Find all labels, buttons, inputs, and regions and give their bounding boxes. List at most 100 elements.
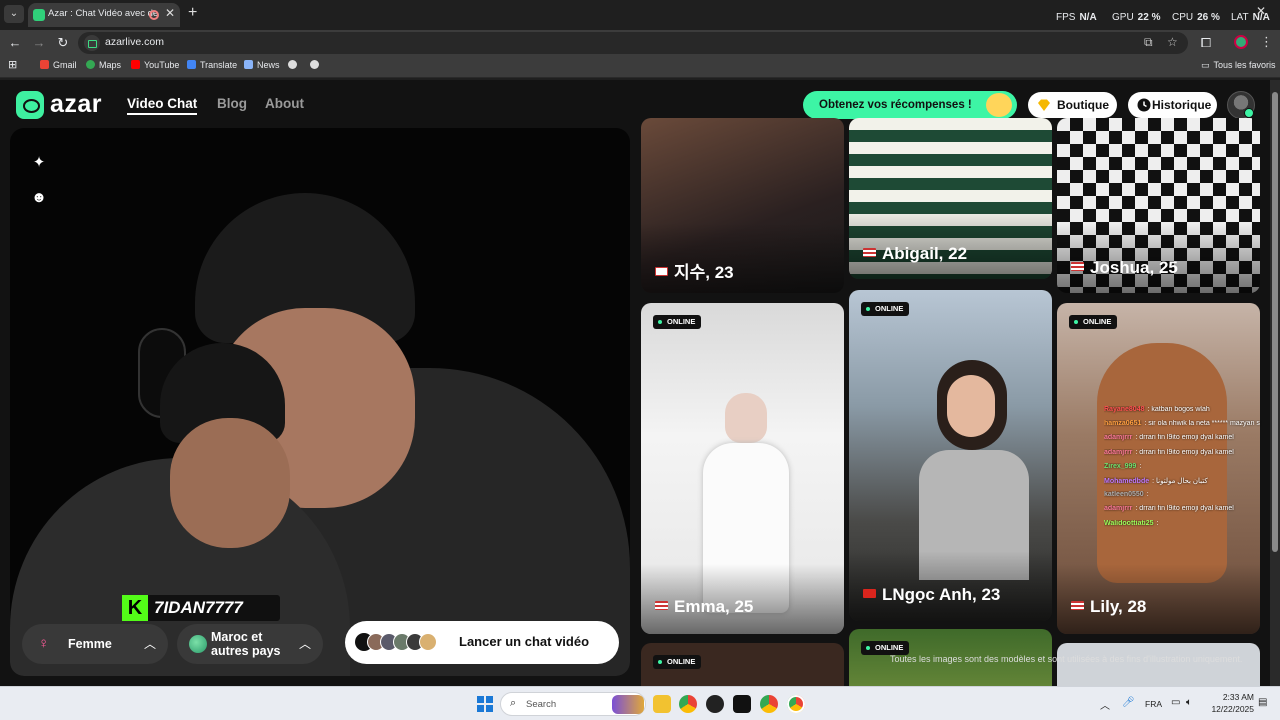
rewards-button[interactable]: Obtenez vos récompenses ! [803, 91, 1017, 119]
globe-bookmark-icon-2[interactable] [310, 60, 323, 70]
search-icon: ⌕ [510, 697, 517, 709]
azar-favicon [33, 9, 45, 21]
profile-card[interactable] [1057, 643, 1260, 686]
chat-line: adamjrrr: drrari fin l9ito emoji dyal ka… [1104, 434, 1234, 442]
online-badge: ONLINE [1069, 315, 1118, 329]
region-filter-label: Maroc et autres pays [211, 630, 281, 658]
active-tab[interactable]: Azar : Chat Vidéo avec de n ✕ [28, 3, 180, 27]
bookmark-translate[interactable]: Translate [187, 60, 237, 70]
notification-icon[interactable]: ▤ [1258, 697, 1267, 708]
taskbar-search[interactable]: ⌕ Search [500, 692, 646, 716]
forward-icon[interactable]: → [31, 35, 47, 51]
face-filter-icon[interactable]: ☻ [30, 189, 48, 207]
translate-icon [187, 60, 196, 69]
address-row: ← → ↻ azarlive.com ⧉ ☆ ⧠ ⋮ [0, 30, 1280, 56]
nav-video-chat[interactable]: Video Chat [127, 96, 198, 115]
bookmark-news[interactable]: News [244, 60, 280, 70]
profile-card[interactable]: ONLINE [641, 643, 844, 686]
flag-us-icon [863, 248, 876, 257]
profile-name: 지수, 23 [655, 258, 734, 283]
maps-icon [86, 60, 95, 69]
gender-filter-label: Femme [68, 637, 112, 651]
windows-start-icon[interactable] [477, 696, 493, 712]
chat-line: Mohamedbde: كتبان بحال مولتونا [1104, 477, 1208, 485]
chrome-icon-2[interactable] [760, 695, 778, 713]
language-indicator[interactable]: FRA [1145, 699, 1162, 709]
bookmark-maps[interactable]: Maps [86, 60, 121, 70]
profile-name: Lily, 28 [1071, 597, 1146, 617]
url-text[interactable]: azarlive.com [105, 36, 164, 48]
bookmark-star-icon[interactable]: ☆ [1167, 35, 1178, 49]
site-info-icon[interactable] [84, 35, 100, 51]
history-label: Historique [1152, 98, 1212, 112]
folder-icon: ▭ [1201, 60, 1210, 70]
file-explorer-icon[interactable] [653, 695, 671, 713]
nav-about[interactable]: About [265, 96, 304, 111]
nav-blog[interactable]: Blog [217, 96, 247, 111]
profile-icon[interactable] [1234, 35, 1248, 49]
page-scrollbar[interactable] [1270, 80, 1280, 686]
history-button[interactable]: Historique [1128, 92, 1217, 118]
launch-video-chat-button[interactable]: Lancer un chat vidéo [345, 621, 619, 664]
chevron-up-icon: ︿ [144, 637, 157, 651]
volume-icon[interactable]: 🔈︎ [1186, 697, 1192, 708]
bookmark-youtube[interactable]: YouTube [131, 60, 179, 70]
flag-vn-icon [863, 589, 876, 598]
scrollbar-thumb[interactable] [1272, 92, 1278, 552]
chat-line: adamjrrr: drrari fin l9ito emoji dyal ka… [1104, 505, 1234, 513]
profile-card[interactable]: Abigail, 22 [849, 118, 1052, 279]
window-close-icon[interactable]: ✕ [1256, 4, 1266, 18]
flag-kr-icon [655, 267, 668, 276]
bookmark-gmail[interactable]: Gmail [40, 60, 77, 70]
azar-logo-text[interactable]: azar [50, 90, 102, 119]
kick-app-icon[interactable] [733, 695, 751, 713]
profile-card[interactable]: 지수, 23 [641, 118, 844, 293]
azar-logo-icon[interactable] [16, 91, 44, 119]
bookmarks-bar: ⊞ Gmail Maps YouTube Translate News ▭ Tou… [0, 56, 1280, 78]
sparkle-effects-icon[interactable]: ✦ [30, 154, 48, 172]
microphone-icon[interactable]: 🎤︎ [1122, 697, 1135, 708]
menu-icon[interactable]: ⋮ [1260, 34, 1273, 50]
tab-list-button[interactable]: ⌄ [4, 5, 24, 23]
stream-chat-overlay: Rayane8048: katban bogos wlah hamza0651:… [1104, 406, 1270, 534]
extensions-icon[interactable]: ⧠ [1198, 35, 1214, 51]
all-bookmarks[interactable]: ▭ Tous les favoris [1201, 60, 1276, 71]
globe-icon [189, 635, 207, 653]
cpu-readout: CPU 26 % [1172, 12, 1220, 23]
shop-label: Boutique [1057, 98, 1109, 112]
shop-button[interactable]: Boutique [1028, 92, 1117, 118]
news-icon [244, 60, 253, 69]
chevron-up-icon: ︿ [299, 637, 312, 651]
launch-label: Lancer un chat vidéo [459, 634, 590, 649]
profile-card[interactable]: ONLINE LNgọc Anh, 23 [849, 290, 1052, 621]
profile-name: Emma, 25 [655, 597, 753, 617]
taskbar-search-label: Search [526, 699, 557, 710]
avatar-thumb [419, 633, 437, 651]
chat-line: Zirex_999: [1104, 462, 1142, 470]
network-icon[interactable]: ▭ [1171, 697, 1180, 708]
chat-line: hamza0651: sir ola nhwik la neta ****** … [1104, 420, 1260, 428]
globe-bookmark-icon[interactable] [288, 60, 301, 70]
chrome-icon-3[interactable] [787, 695, 805, 713]
figure-head [725, 393, 767, 443]
close-tab-icon[interactable]: ✕ [165, 6, 175, 20]
profile-card[interactable]: Joshua, 25 [1057, 118, 1260, 293]
obs-icon[interactable] [706, 695, 724, 713]
new-tab-button[interactable]: + [188, 4, 197, 22]
gender-filter[interactable]: ♀ Femme ︿ [22, 624, 168, 664]
region-filter[interactable]: Maroc et autres pays ︿ [177, 624, 323, 664]
reload-icon[interactable]: ↻ [55, 35, 71, 51]
taskbar-clock[interactable]: 2:33 AM 12/22/2025 [1210, 691, 1254, 715]
gift-icon [986, 93, 1012, 117]
apps-grid-icon[interactable]: ⊞ [8, 58, 17, 71]
kick-logo-icon: K [122, 595, 148, 621]
rewards-label: Obtenez vos récompenses ! [819, 99, 972, 111]
online-badge: ONLINE [653, 315, 702, 329]
profile-card[interactable]: ONLINE Emma, 25 [641, 303, 844, 634]
fps-readout: FPS N/A [1056, 12, 1097, 23]
tray-overflow-icon[interactable]: ︿ [1100, 697, 1110, 712]
chrome-icon[interactable] [679, 695, 697, 713]
back-icon[interactable]: ← [7, 35, 23, 51]
cast-icon[interactable]: ⧉ [1144, 35, 1153, 50]
address-bar[interactable]: azarlive.com ⧉ ☆ [78, 32, 1188, 54]
